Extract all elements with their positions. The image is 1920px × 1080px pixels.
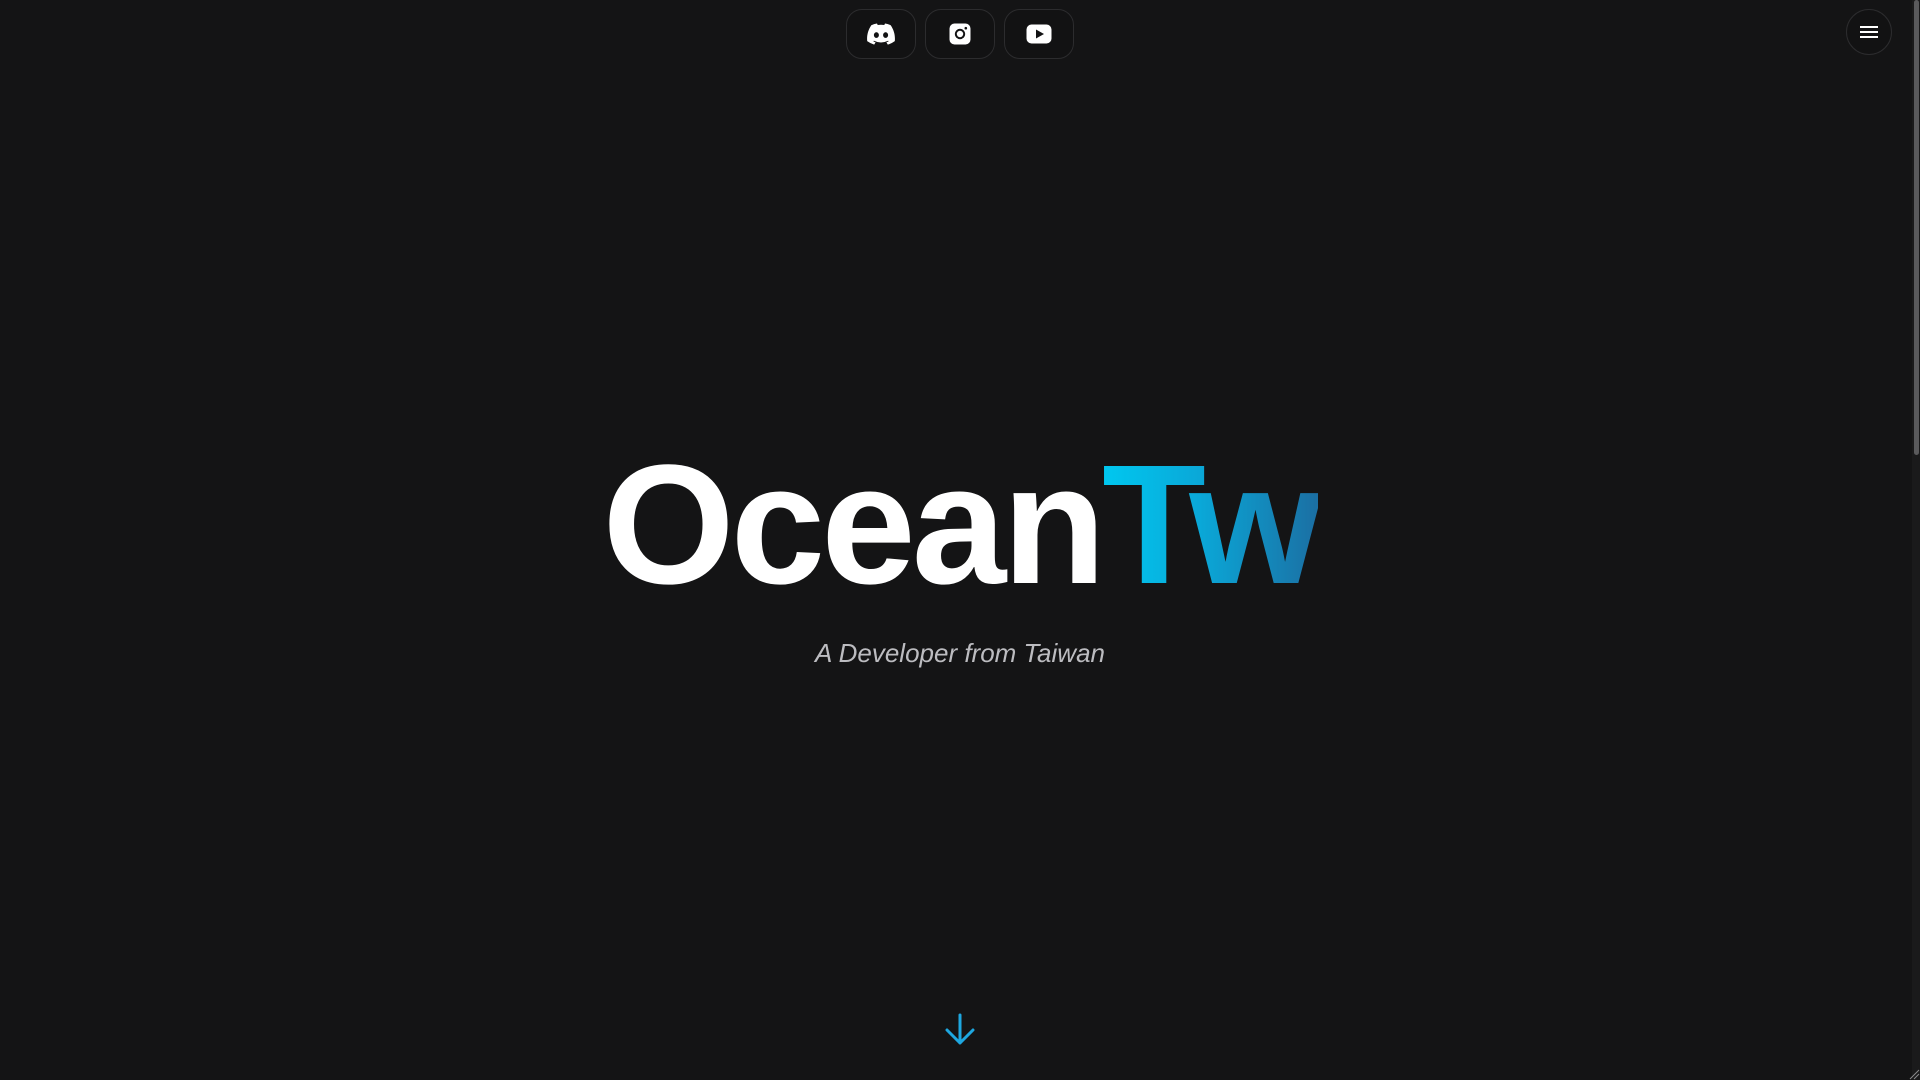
youtube-button[interactable] [1004, 9, 1074, 59]
social-links-bar [846, 9, 1074, 59]
scroll-down-button[interactable] [940, 1010, 980, 1050]
instagram-button[interactable] [925, 9, 995, 59]
hero-subtitle: A Developer from Taiwan [815, 638, 1105, 668]
menu-button[interactable] [1846, 9, 1892, 55]
scrollbar-track[interactable] [1912, 0, 1920, 1080]
hero-title-main: Ocean [602, 430, 1106, 620]
hero-title-accent: Tw [1102, 430, 1321, 620]
resize-grip-icon[interactable] [1906, 1066, 1920, 1080]
hero-section: OceanTw A Developer from Taiwan [0, 440, 1920, 669]
instagram-icon [949, 23, 971, 45]
discord-icon [867, 23, 895, 45]
scrollbar-thumb[interactable] [1914, 0, 1919, 455]
youtube-icon [1026, 24, 1052, 44]
discord-button[interactable] [846, 9, 916, 59]
hamburger-menu-icon [1860, 26, 1878, 38]
page: OceanTw A Developer from Taiwan [0, 0, 1920, 1080]
arrow-down-icon [945, 1013, 975, 1045]
hero-title: OceanTw [0, 440, 1920, 610]
